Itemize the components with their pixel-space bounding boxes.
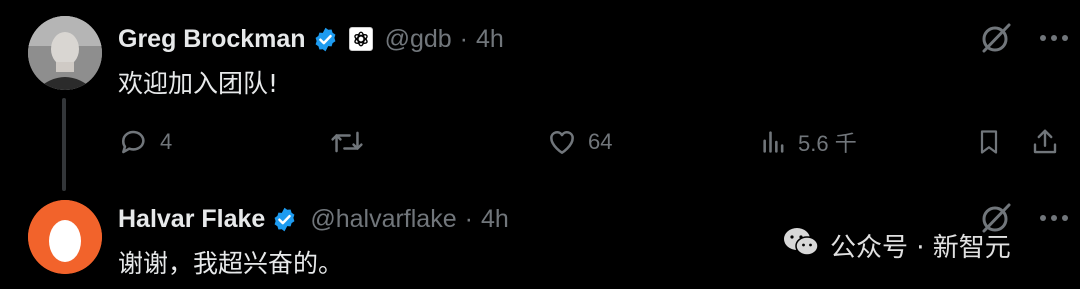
reply-count: 4	[160, 129, 173, 154]
tweet-action-bar: 4 64 5.6 千	[118, 122, 1068, 162]
author-name[interactable]: Greg Brockman	[118, 25, 306, 54]
share-button[interactable]	[1030, 122, 1060, 162]
thread-line	[62, 98, 66, 191]
reply-button[interactable]: 4	[118, 122, 172, 162]
bookmark-button[interactable]	[975, 122, 1003, 162]
author-handle[interactable]: @halvarflake	[310, 205, 456, 234]
grok-icon[interactable]	[978, 20, 1014, 56]
avatar[interactable]	[28, 16, 102, 90]
retweet-icon	[330, 126, 364, 158]
like-count: 64	[588, 129, 613, 154]
author-name[interactable]: Halvar Flake	[118, 205, 265, 234]
reply-icon	[118, 126, 150, 158]
author-handle[interactable]: @gdb	[385, 25, 452, 54]
tweet-header: Greg Brockman @gdb · 4h	[118, 20, 504, 58]
views-button[interactable]: 5.6 千	[760, 122, 857, 162]
wechat-icon	[782, 226, 820, 265]
reply-header: Halvar Flake @halvarflake · 4h	[118, 200, 509, 238]
watermark: 公众号 · 新智元	[782, 226, 1011, 265]
retweet-button[interactable]	[330, 122, 364, 162]
timestamp[interactable]: 4h	[476, 25, 504, 54]
share-icon	[1030, 126, 1060, 158]
verified-badge-icon	[312, 26, 339, 53]
reply-text: 谢谢，我超兴奋的。	[118, 249, 344, 278]
like-icon	[546, 126, 578, 158]
openai-affiliation-icon[interactable]	[348, 27, 373, 51]
bookmark-icon	[975, 126, 1003, 158]
separator-dot: ·	[459, 24, 468, 53]
like-button[interactable]: 64	[546, 122, 612, 162]
views-icon	[760, 127, 788, 157]
avatar[interactable]	[28, 200, 102, 274]
more-icon[interactable]	[1036, 200, 1072, 236]
verified-badge-icon	[271, 206, 298, 233]
timestamp[interactable]: 4h	[481, 205, 509, 234]
view-count: 5.6 千	[798, 131, 857, 156]
watermark-text: 公众号 · 新智元	[830, 233, 1011, 263]
tweet-text: 欢迎加入团队!	[118, 69, 279, 98]
more-icon[interactable]	[1036, 20, 1072, 56]
separator-dot: ·	[464, 204, 473, 233]
tweet-top-actions	[978, 20, 1072, 56]
